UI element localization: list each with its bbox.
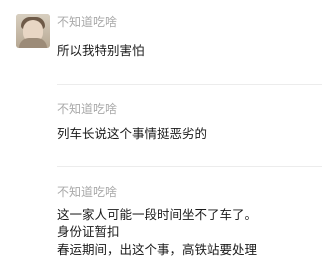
comment-text-line: 列车长说这个事情挺恶劣的 — [57, 126, 208, 141]
divider — [57, 84, 322, 85]
comment-item: 不知道吃啥 所以我特别害怕 — [0, 10, 322, 80]
comment-username[interactable]: 不知道吃啥 — [57, 14, 117, 30]
avatar[interactable] — [16, 14, 50, 48]
comment-item: 不知道吃啥 列车长说这个事情挺恶劣的 — [0, 96, 322, 166]
comment-username[interactable]: 不知道吃啥 — [57, 101, 117, 117]
comment-text-line: 这一家人可能一段时间坐不了车了。 — [57, 207, 258, 222]
comment-text-line: 所以我特别害怕 — [57, 43, 145, 58]
comment-text-line: 身份证暂扣 — [57, 224, 120, 239]
comment-item: 不知道吃啥 这一家人可能一段时间坐不了车了。 身份证暂扣 春运期间，出这个事，高… — [0, 178, 322, 278]
divider — [57, 166, 322, 167]
comment-username[interactable]: 不知道吃啥 — [57, 184, 117, 200]
avatar-body — [19, 38, 47, 48]
comment-text-line: 春运期间，出这个事，高铁站要处理 — [57, 242, 258, 257]
